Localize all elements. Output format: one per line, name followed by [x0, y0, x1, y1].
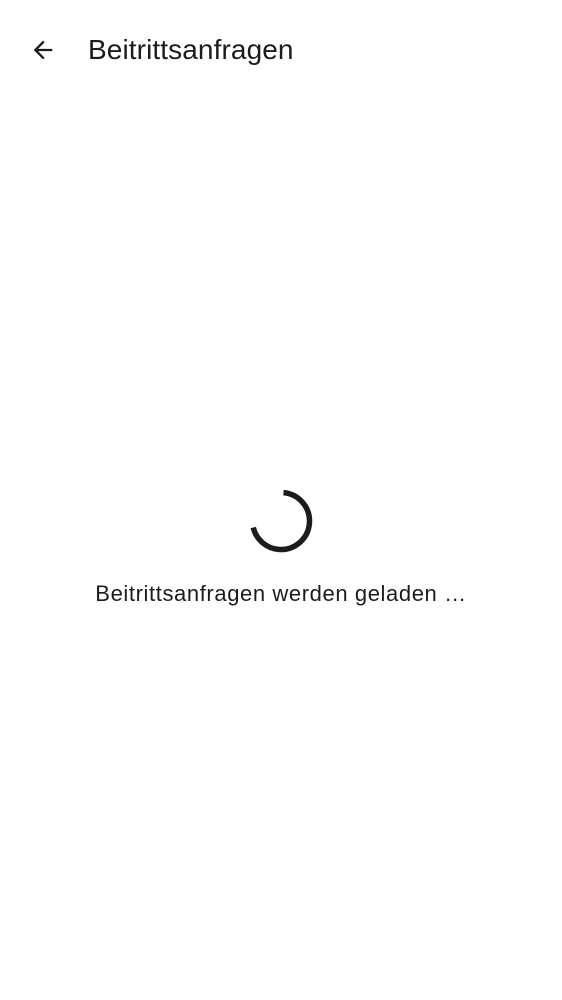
top-app-bar: Beitrittsanfragen [0, 0, 562, 100]
loading-spinner [248, 488, 314, 554]
progress-spinner-icon [249, 489, 313, 553]
arrow-back-icon [33, 40, 53, 60]
page-title: Beitrittsanfragen [88, 34, 294, 65]
loading-message: Beitrittsanfragen werden geladen … [95, 581, 467, 606]
back-button[interactable] [19, 26, 67, 74]
